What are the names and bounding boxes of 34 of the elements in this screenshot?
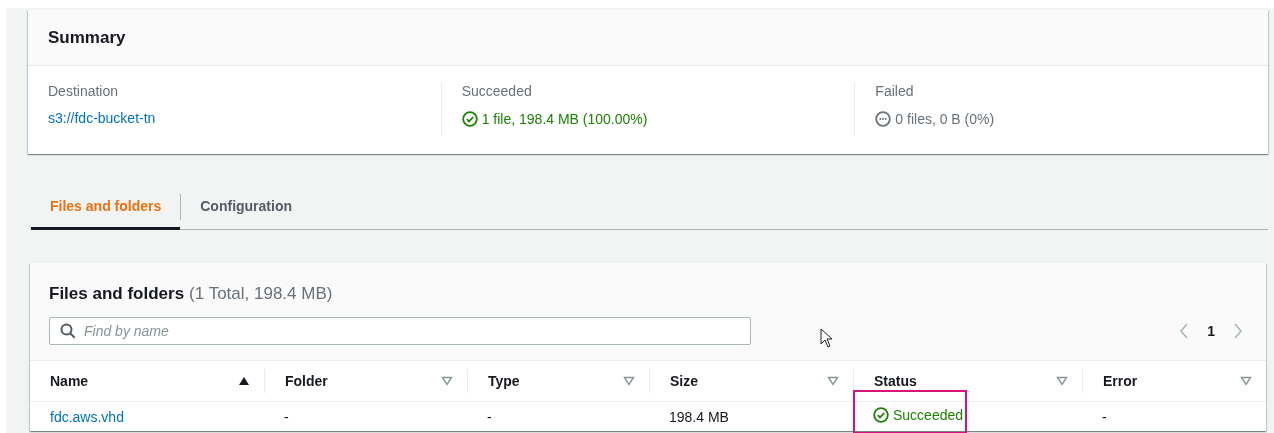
field-label: Succeeded	[461, 82, 533, 100]
sort-icon[interactable]	[827, 376, 839, 386]
cursor-icon	[820, 328, 834, 348]
column-header[interactable]: Folder	[285, 373, 328, 389]
panel-title: Summary	[48, 27, 126, 48]
check-circle-icon	[461, 111, 478, 127]
sort-icon[interactable]	[623, 376, 635, 386]
destination-link[interactable]: s3://fdc-bucket-tn	[48, 108, 156, 128]
sort-icon[interactable]	[1056, 376, 1068, 386]
field-label: Destination	[48, 82, 120, 100]
column-header[interactable]: Size	[670, 373, 698, 389]
check-circle-icon	[873, 407, 889, 423]
table-cell: -	[1102, 408, 1107, 425]
column-header[interactable]: Type	[488, 373, 520, 389]
sort-ascending-icon[interactable]	[238, 376, 250, 386]
column-header[interactable]: Name	[50, 373, 89, 389]
field-label: Failed	[875, 82, 915, 100]
column-header[interactable]: Status	[874, 373, 917, 389]
status-text: Succeeded	[893, 407, 964, 423]
sort-icon[interactable]	[441, 376, 453, 386]
panel-title: Files and folders	[49, 284, 185, 303]
search-field[interactable]: Find by name	[49, 317, 751, 345]
status-text: 1 file, 198.4 MB (100.00%)	[481, 110, 648, 129]
table-cell: 198.4 MB	[669, 408, 729, 425]
page-number[interactable]: 1	[1203, 323, 1219, 339]
table-cell: -	[487, 408, 492, 425]
status-text: 0 files, 0 B (0%)	[895, 110, 995, 129]
tab[interactable]: Configuration	[181, 185, 311, 230]
sort-icon[interactable]	[1240, 376, 1252, 386]
table-cell: -	[284, 408, 289, 425]
column-header[interactable]: Error	[1103, 373, 1138, 389]
file-link[interactable]: fdc.aws.vhd	[50, 408, 124, 425]
total-count: (1 Total, 198.4 MB)	[189, 284, 333, 303]
ellipsis-circle-icon	[875, 111, 892, 127]
